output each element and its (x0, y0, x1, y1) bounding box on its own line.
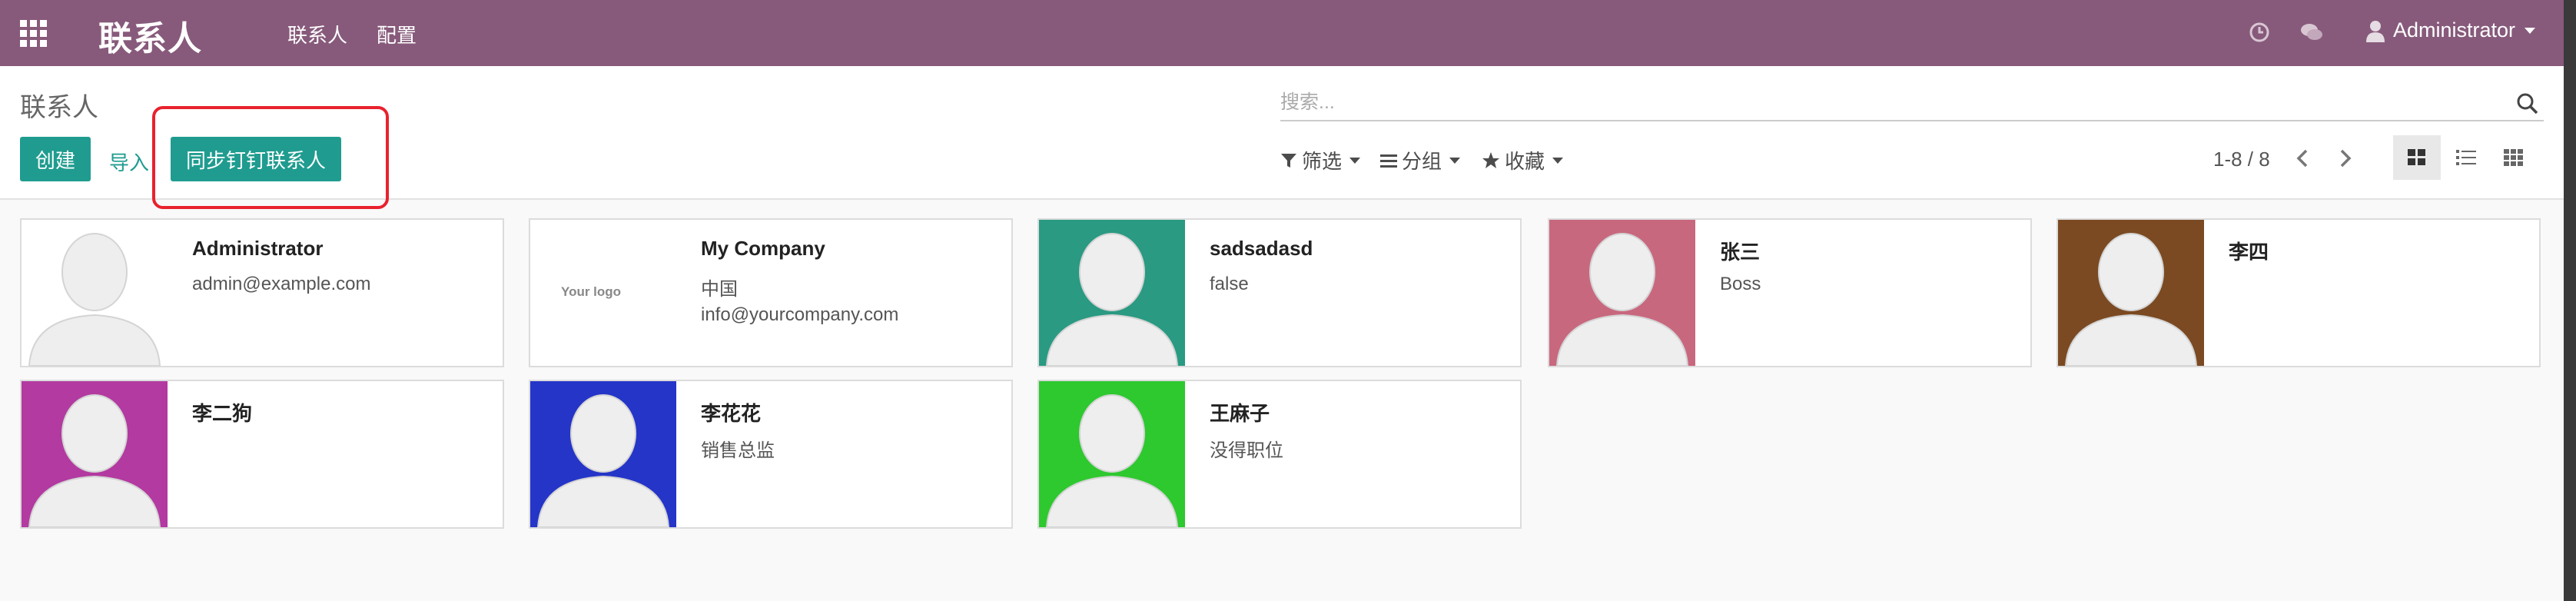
contact-detail: info@yourcompany.com (701, 304, 899, 325)
user-menu[interactable]: Administrator (2365, 18, 2536, 42)
control-panel: 联系人 创建 导入 同步钉钉联系人 筛选 分组 收藏 1-8 / 8 (0, 66, 2564, 209)
contact-photo (1039, 220, 1185, 366)
contact-photo (1039, 381, 1185, 527)
app-title: 联系人 (98, 20, 202, 58)
avatar-icon (22, 220, 168, 366)
chevron-right-icon[interactable] (2335, 146, 2356, 171)
kanban-view-button[interactable] (2393, 135, 2441, 180)
chevron-down-icon (1552, 157, 1564, 164)
contact-card[interactable]: 李花花 销售总监 (529, 380, 1013, 529)
list-icon (2456, 150, 2476, 165)
contact-detail: admin@example.com (192, 274, 371, 294)
logo-placeholder: Your logo (561, 284, 622, 299)
star-icon (1482, 151, 1499, 168)
contact-detail: Boss (1720, 274, 1761, 294)
contact-name: 李二狗 (192, 402, 253, 425)
contact-name: 王麻子 (1210, 402, 1270, 425)
list-bars-icon (1380, 154, 1397, 168)
favorites-label: 收藏 (1505, 150, 1545, 173)
contact-name: 李花花 (701, 402, 762, 425)
contact-card[interactable]: 王麻子 没得职位 (1037, 380, 1522, 529)
contact-name: My Company (701, 237, 825, 260)
contact-name: Administrator (192, 237, 324, 260)
avatar-icon (530, 381, 676, 527)
page-title: 联系人 (20, 93, 98, 122)
company-logo: Your logo (530, 220, 676, 366)
top-navbar: 联系人 联系人 配置 Administrator (0, 0, 2564, 66)
avatar-icon (22, 381, 168, 527)
grid-icon (2504, 149, 2523, 166)
kanban-icon (2408, 149, 2425, 165)
contact-card[interactable]: 张三 Boss (1548, 218, 2032, 367)
kanban-view: Administrator admin@example.com Your log… (0, 201, 2564, 601)
highlight-annotation (152, 106, 389, 209)
grid-view-button[interactable] (2490, 135, 2538, 180)
group-by-dropdown[interactable]: 分组 (1380, 146, 1461, 174)
chevron-left-icon[interactable] (2292, 146, 2313, 171)
user-avatar-icon (2366, 20, 2385, 42)
contact-detail: 没得职位 (1210, 440, 1283, 461)
contact-card[interactable]: Administrator admin@example.com (20, 218, 504, 367)
group-by-label: 分组 (1402, 150, 1442, 173)
search-icon[interactable] (2516, 92, 2539, 115)
contact-card[interactable]: sadsadasd false (1037, 218, 1522, 367)
filter-label: 筛选 (1302, 150, 1343, 173)
search-bar (1280, 83, 2544, 121)
user-name: Administrator (2393, 18, 2516, 42)
create-button[interactable]: 创建 (20, 137, 91, 181)
contact-card[interactable]: Your logo My Company 中国 info@yourcompany… (529, 218, 1013, 367)
window-edge (2564, 0, 2576, 601)
contact-photo (22, 220, 168, 366)
filter-icon (1281, 153, 1296, 168)
contact-name: sadsadasd (1210, 237, 1313, 260)
chevron-down-icon (1449, 157, 1461, 164)
favorites-dropdown[interactable]: 收藏 (1482, 146, 1564, 174)
contact-card[interactable]: 李二狗 (20, 380, 504, 529)
contact-detail: false (1210, 274, 1249, 294)
list-view-button[interactable] (2442, 135, 2490, 180)
avatar-icon (1039, 381, 1185, 527)
chevron-down-icon (1349, 157, 1361, 164)
contact-card[interactable]: 李四 (2056, 218, 2541, 367)
avatar-icon (1549, 220, 1695, 366)
menu-item-config[interactable]: 配置 (377, 20, 417, 48)
contact-photo (2058, 220, 2204, 366)
contact-photo (530, 381, 676, 527)
contact-photo (1549, 220, 1695, 366)
pager-value[interactable]: 1-8 / 8 (2213, 148, 2270, 171)
contact-name: 张三 (1720, 241, 1761, 264)
avatar-icon (1039, 220, 1185, 366)
contact-detail: 中国 (701, 279, 738, 300)
clock-icon[interactable] (2246, 18, 2273, 46)
contact-photo (22, 381, 168, 527)
chat-icon[interactable] (2298, 18, 2325, 46)
avatar-icon (2058, 220, 2204, 366)
filter-dropdown[interactable]: 筛选 (1280, 146, 1361, 174)
import-button[interactable]: 导入 (109, 148, 149, 176)
contact-detail: 销售总监 (701, 440, 775, 461)
chevron-down-icon (2525, 27, 2536, 34)
search-input[interactable] (1280, 89, 2495, 115)
app-grid-icon[interactable] (20, 20, 48, 47)
contact-name: 李四 (2229, 241, 2269, 264)
menu-item-contacts[interactable]: 联系人 (287, 20, 347, 48)
